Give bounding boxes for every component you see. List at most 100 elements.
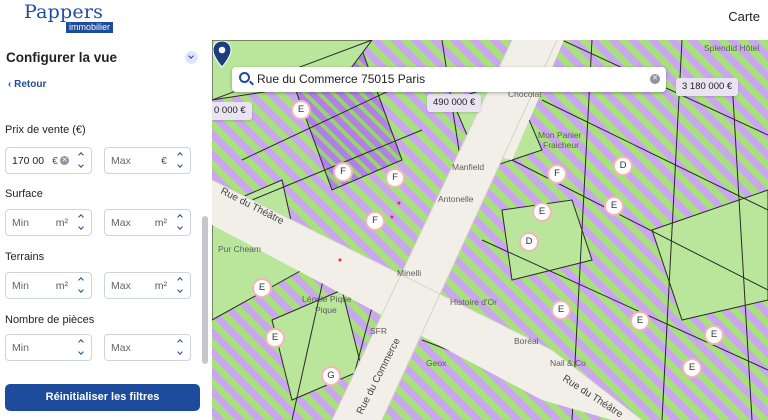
dpe-badge[interactable]: E: [551, 300, 571, 320]
price-label[interactable]: 3 180 000 €: [676, 78, 739, 96]
decrement-icon[interactable]: [174, 162, 186, 171]
dpe-badge[interactable]: F: [333, 162, 353, 182]
dpe-badge[interactable]: E: [532, 202, 552, 222]
price-max-placeholder: Max: [111, 155, 131, 167]
logo-text: Pappers: [24, 1, 104, 23]
decrement-icon[interactable]: [174, 349, 186, 358]
surface-max-placeholder: Max: [111, 217, 131, 229]
surface-min-field[interactable]: Min m²: [5, 209, 92, 236]
rooms-min-field[interactable]: Min: [5, 334, 92, 361]
marker-dot: [338, 258, 342, 262]
terrains-min-unit: m²: [55, 280, 68, 292]
poi-label[interactable]: SFR: [370, 326, 387, 336]
increment-icon[interactable]: [174, 212, 186, 221]
rooms-label: Nombre de pièces: [5, 314, 95, 326]
poi-label[interactable]: Minelli: [397, 268, 421, 278]
marker-dot: [397, 201, 401, 205]
decrement-icon[interactable]: [75, 287, 87, 296]
back-link[interactable]: ‹ Retour: [8, 79, 46, 90]
surface-label: Surface: [5, 188, 43, 200]
pappers-immobilier-logo[interactable]: Pappers immobilier: [24, 1, 114, 33]
poi-label[interactable]: Nail & Co: [550, 358, 586, 368]
terrains-max-placeholder: Max: [111, 280, 131, 292]
dpe-badge[interactable]: E: [265, 328, 285, 348]
back-label: Retour: [14, 79, 47, 90]
poi-label[interactable]: Pur Cheam: [218, 244, 261, 254]
price-min-field[interactable]: 170 00 € ✕: [5, 147, 92, 174]
poi-label[interactable]: Geox: [426, 358, 446, 368]
dpe-badge[interactable]: G: [321, 366, 341, 386]
decrement-icon[interactable]: [174, 224, 186, 233]
increment-icon[interactable]: [75, 150, 87, 159]
clear-search-icon[interactable]: ✕: [650, 74, 660, 84]
logo-subtitle: immobilier: [66, 22, 114, 33]
price-label[interactable]: 490 000 €: [427, 94, 482, 112]
dpe-badge[interactable]: E: [291, 100, 311, 120]
poi-label[interactable]: Antonelle: [438, 194, 473, 204]
marker-dot: [390, 215, 394, 219]
poi-label[interactable]: Léonie Pique: [302, 294, 352, 304]
price-min-stepper[interactable]: [74, 150, 88, 171]
address-search-bar[interactable]: Rue du Commerce 75015 Paris ✕: [232, 67, 666, 92]
price-max-stepper[interactable]: [173, 150, 187, 171]
sidebar-scrollbar[interactable]: [202, 216, 208, 364]
poi-label[interactable]: Fraicheur: [543, 140, 579, 150]
price-label[interactable]: 0 000 €: [212, 102, 252, 120]
terrains-label: Terrains: [5, 251, 45, 263]
dpe-badge[interactable]: D: [519, 232, 539, 252]
location-pin-icon[interactable]: [212, 40, 232, 68]
poi-label[interactable]: Splendid Hôtel: [704, 43, 759, 53]
increment-icon[interactable]: [174, 275, 186, 284]
terrains-max-stepper[interactable]: [173, 275, 187, 296]
rooms-max-placeholder: Max: [111, 342, 131, 354]
clear-price-icon[interactable]: ✕: [60, 156, 69, 165]
decrement-icon[interactable]: [75, 349, 87, 358]
decrement-icon[interactable]: [75, 162, 87, 171]
carte-link[interactable]: Carte: [728, 9, 760, 24]
poi-label[interactable]: Mon Panier: [538, 130, 581, 140]
rooms-max-field[interactable]: Max: [104, 334, 191, 361]
poi-label[interactable]: Boréal: [514, 336, 539, 346]
terrains-max-field[interactable]: Max m²: [104, 272, 191, 299]
dpe-badge[interactable]: F: [385, 168, 405, 188]
sidebar-title: Configurer la vue: [6, 50, 118, 65]
filter-sidebar: Configurer la vue ‹ Retour Prix de vente…: [0, 40, 212, 420]
surface-max-field[interactable]: Max m²: [104, 209, 191, 236]
surface-min-unit: m²: [55, 217, 68, 229]
price-max-field[interactable]: Max €: [104, 147, 191, 174]
dpe-badge[interactable]: E: [704, 325, 724, 345]
map-view[interactable]: Rue du Théâtre Rue du Commerce Rue du Th…: [212, 40, 768, 420]
reset-filters-button[interactable]: Réinitialiser les filtres: [5, 384, 200, 411]
surface-max-stepper[interactable]: [173, 212, 187, 233]
top-bar: Pappers immobilier Carte: [0, 0, 768, 40]
dpe-badge[interactable]: E: [682, 358, 702, 378]
price-min-unit: €: [52, 155, 58, 167]
price-max-unit: €: [161, 155, 167, 167]
price-label: Prix de vente (€): [5, 124, 86, 136]
increment-icon[interactable]: [174, 337, 186, 346]
terrains-min-stepper[interactable]: [74, 275, 88, 296]
dpe-badge[interactable]: E: [604, 196, 624, 216]
terrains-max-unit: m²: [154, 280, 167, 292]
rooms-min-stepper[interactable]: [74, 337, 88, 358]
dpe-badge[interactable]: F: [547, 164, 567, 184]
poi-label[interactable]: Pique: [315, 305, 337, 315]
decrement-icon[interactable]: [174, 287, 186, 296]
collapse-chevron-icon[interactable]: [185, 51, 198, 64]
increment-icon[interactable]: [75, 275, 87, 284]
surface-min-placeholder: Min: [12, 217, 29, 229]
dpe-badge[interactable]: E: [630, 311, 650, 331]
rooms-max-stepper[interactable]: [173, 337, 187, 358]
poi-label[interactable]: Manfield: [452, 162, 484, 172]
increment-icon[interactable]: [75, 212, 87, 221]
dpe-badge[interactable]: D: [613, 156, 633, 176]
dpe-badge[interactable]: E: [252, 278, 272, 298]
dpe-badge[interactable]: F: [365, 211, 385, 231]
decrement-icon[interactable]: [75, 224, 87, 233]
terrains-min-field[interactable]: Min m²: [5, 272, 92, 299]
search-input[interactable]: Rue du Commerce 75015 Paris: [257, 72, 425, 86]
poi-label[interactable]: Histoire d'Or: [450, 297, 497, 307]
increment-icon[interactable]: [174, 150, 186, 159]
surface-min-stepper[interactable]: [74, 212, 88, 233]
increment-icon[interactable]: [75, 337, 87, 346]
